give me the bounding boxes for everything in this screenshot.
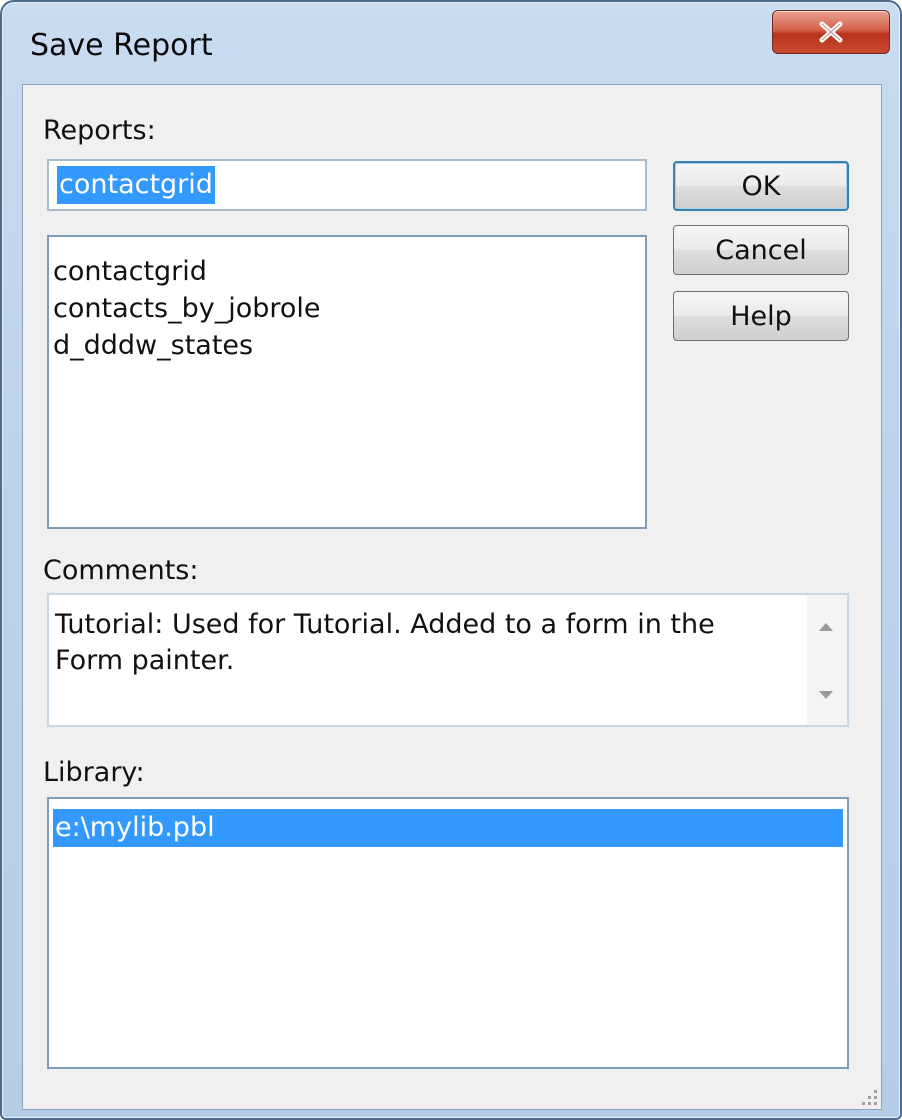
comments-label: Comments: xyxy=(43,555,199,586)
resize-grip-icon[interactable] xyxy=(859,1087,877,1105)
library-item-selected[interactable]: e:\mylib.pbl xyxy=(53,809,843,847)
comments-textarea[interactable]: Tutorial: Used for Tutorial. Added to a … xyxy=(47,593,849,727)
window-title: Save Report xyxy=(30,28,213,63)
save-report-dialog: Save Report Reports: contactgrid contact… xyxy=(0,0,902,1120)
ok-button[interactable]: OK xyxy=(673,161,849,211)
title-bar[interactable]: Save Report xyxy=(2,2,900,84)
comments-text: Tutorial: Used for Tutorial. Added to a … xyxy=(55,609,715,676)
scroll-up-icon[interactable] xyxy=(819,623,833,631)
cancel-button[interactable]: Cancel xyxy=(673,225,849,275)
comments-scrollbar[interactable] xyxy=(807,595,847,725)
list-item[interactable]: d_dddw_states xyxy=(49,327,645,364)
close-button[interactable] xyxy=(772,10,890,54)
library-list[interactable]: e:\mylib.pbl xyxy=(47,797,849,1069)
reports-list[interactable]: contactgrid contacts_by_jobrole d_dddw_s… xyxy=(47,235,647,529)
report-name-input[interactable]: contactgrid xyxy=(47,159,647,211)
scroll-down-icon[interactable] xyxy=(819,691,833,699)
list-item[interactable]: contactgrid xyxy=(49,253,645,290)
list-item[interactable]: contacts_by_jobrole xyxy=(49,290,645,327)
close-icon xyxy=(819,21,843,43)
reports-label: Reports: xyxy=(43,115,156,146)
report-name-value: contactgrid xyxy=(57,166,215,204)
dialog-client-area: Reports: contactgrid contactgrid contact… xyxy=(22,84,882,1110)
library-label: Library: xyxy=(43,757,145,788)
help-button[interactable]: Help xyxy=(673,291,849,341)
